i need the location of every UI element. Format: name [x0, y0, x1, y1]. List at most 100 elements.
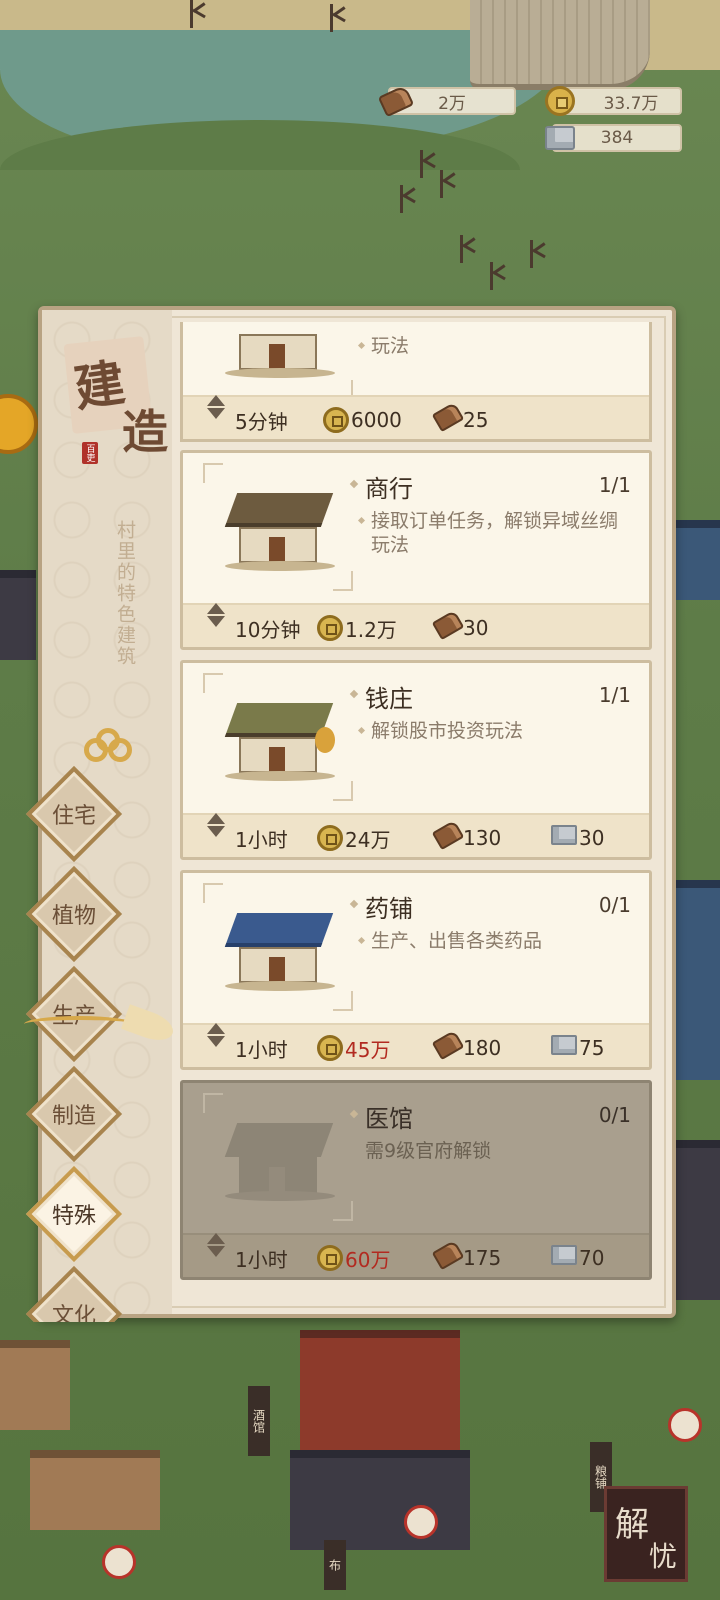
building-thumbnail [203, 322, 353, 400]
building-list[interactable]: 玩法 5分钟 6000 25 商行 1/1 接取订单任务，解锁异域丝绸玩法 10… [180, 322, 658, 1302]
stone-icon [551, 825, 577, 845]
stone-cost: 30 [551, 823, 604, 853]
wood-icon [431, 609, 465, 641]
build-title-seal: 建 造 百吏 [58, 330, 168, 464]
button-char-1: 解 [615, 1505, 649, 1545]
wood-cost: 30 [431, 609, 488, 643]
building-thumbnail [203, 1093, 353, 1221]
building-count: 0/1 [598, 1103, 631, 1127]
coin-cost: 60万 [317, 1243, 390, 1273]
bare-tree [490, 262, 506, 290]
tab-culture[interactable]: 文化 [26, 1266, 122, 1322]
wood-icon [431, 1029, 465, 1061]
build-panel: 建 造 百吏 村里的特色建筑 住宅 植物 生产 制造 特殊 文化 玩法 5分钟 … [25, 306, 676, 1322]
red-stamp: 百吏 [82, 442, 98, 464]
building-description: 解锁股市投资玩法 [371, 719, 631, 743]
stone-icon [551, 1035, 577, 1055]
coin-icon [317, 1035, 343, 1061]
coin-cost: 24万 [317, 823, 390, 853]
building-card-clinic[interactable]: 医馆 0/1 需9级官府解锁 1小时 60万 175 70 [180, 1080, 652, 1280]
coin-cost: 1.2万 [317, 613, 397, 643]
building[interactable] [676, 1140, 720, 1300]
build-time: 10分钟 [235, 617, 301, 642]
stone-resource[interactable]: 384 [545, 124, 682, 152]
tab-label: 住宅 [51, 804, 96, 829]
building-count: 1/1 [598, 683, 631, 707]
build-time: 1小时 [235, 1247, 288, 1272]
tab-manufacturing[interactable]: 制造 [25, 1065, 123, 1163]
tab-residence[interactable]: 住宅 [25, 765, 123, 863]
building[interactable] [0, 570, 36, 660]
building-count: 1/1 [598, 473, 631, 497]
stone-cost: 75 [551, 1033, 604, 1063]
building[interactable] [30, 1450, 160, 1530]
stone-bridge [470, 0, 650, 90]
tab-label: 制造 [51, 1104, 96, 1129]
build-time: 1小时 [235, 1037, 288, 1062]
building[interactable] [672, 880, 720, 1080]
wood-icon [431, 819, 465, 851]
wood-icon [431, 1239, 465, 1271]
bare-tree [400, 185, 416, 213]
coin-icon [317, 615, 343, 641]
tab-label: 植物 [51, 904, 96, 929]
wood-cost: 180 [431, 1029, 501, 1063]
coin-icon [542, 83, 578, 119]
panel-subtitle: 村里的特色建筑 [114, 520, 136, 667]
coin-icon [317, 825, 343, 851]
alert-icon[interactable] [404, 1505, 438, 1539]
tab-plants[interactable]: 植物 [25, 865, 123, 963]
building-count: 0/1 [598, 893, 631, 917]
coin-amount: 33.7万 [603, 93, 659, 114]
coin-resource[interactable]: 33.7万 [545, 86, 682, 116]
build-time: 1小时 [235, 827, 288, 852]
coin-icon [323, 407, 349, 433]
building-description: 生产、出售各类药品 [371, 929, 631, 953]
building-description: 接取订单任务，解锁异域丝绸玩法 [371, 509, 631, 557]
cloth-shop-sign: 布 [324, 1540, 346, 1590]
cost-row: 5分钟 6000 25 [183, 395, 649, 439]
wood-icon [431, 401, 465, 433]
building-card-pharmacy[interactable]: 药铺 0/1 生产、出售各类药品 1小时 45万 180 75 [180, 870, 652, 1070]
building-description: 玩法 [371, 334, 631, 358]
building-name: 药铺 [365, 889, 413, 924]
wood-cost: 130 [431, 819, 501, 853]
tavern-sign: 酒馆 [248, 1386, 270, 1456]
building-thumbnail [203, 883, 353, 1011]
bare-tree [460, 235, 476, 263]
unlock-requirement: 需9级官府解锁 [365, 1140, 492, 1162]
coin-cost: 45万 [317, 1033, 390, 1063]
alert-icon[interactable] [668, 1408, 702, 1442]
stone-amount: 384 [600, 128, 634, 148]
cost-row: 1小时 24万 130 30 [183, 813, 649, 857]
cost-row: 1小时 45万 180 75 [183, 1023, 649, 1067]
building[interactable] [300, 1330, 460, 1460]
building-name: 医馆 [365, 1099, 413, 1134]
tassel-ornament-icon [24, 1002, 177, 1046]
tab-label: 特殊 [51, 1204, 96, 1229]
button-char-2: 忧 [649, 1540, 678, 1573]
building[interactable] [676, 520, 720, 600]
building-card[interactable]: 玩法 5分钟 6000 25 [180, 322, 652, 442]
building[interactable] [0, 1340, 70, 1430]
coin-cost: 6000 [323, 405, 402, 435]
building-thumbnail [203, 673, 353, 801]
wood-resource[interactable]: 2万 [377, 84, 516, 118]
alert-icon[interactable] [102, 1545, 136, 1579]
relieve-worries-button[interactable]: 解 忧 [604, 1486, 688, 1582]
stone-icon [551, 1245, 577, 1265]
category-sidebar: 建 造 百吏 村里的特色建筑 住宅 植物 生产 制造 特殊 文化 [25, 310, 172, 1322]
building-name: 钱庄 [365, 679, 413, 714]
cost-row: 1小时 60万 175 70 [183, 1233, 649, 1277]
cost-row: 10分钟 1.2万 30 [183, 603, 649, 647]
building-thumbnail [203, 463, 353, 591]
wood-icon [377, 83, 415, 119]
tab-special[interactable]: 特殊 [25, 1165, 123, 1263]
building-card-trading-house[interactable]: 商行 1/1 接取订单任务，解锁异域丝绸玩法 10分钟 1.2万 30 [180, 450, 652, 650]
stone-cost: 70 [551, 1243, 604, 1273]
wood-amount: 2万 [438, 93, 466, 114]
building-card-bank[interactable]: 钱庄 1/1 解锁股市投资玩法 1小时 24万 130 30 [180, 660, 652, 860]
building[interactable] [290, 1450, 470, 1550]
building-name: 商行 [365, 469, 413, 504]
wood-cost: 175 [431, 1239, 501, 1273]
